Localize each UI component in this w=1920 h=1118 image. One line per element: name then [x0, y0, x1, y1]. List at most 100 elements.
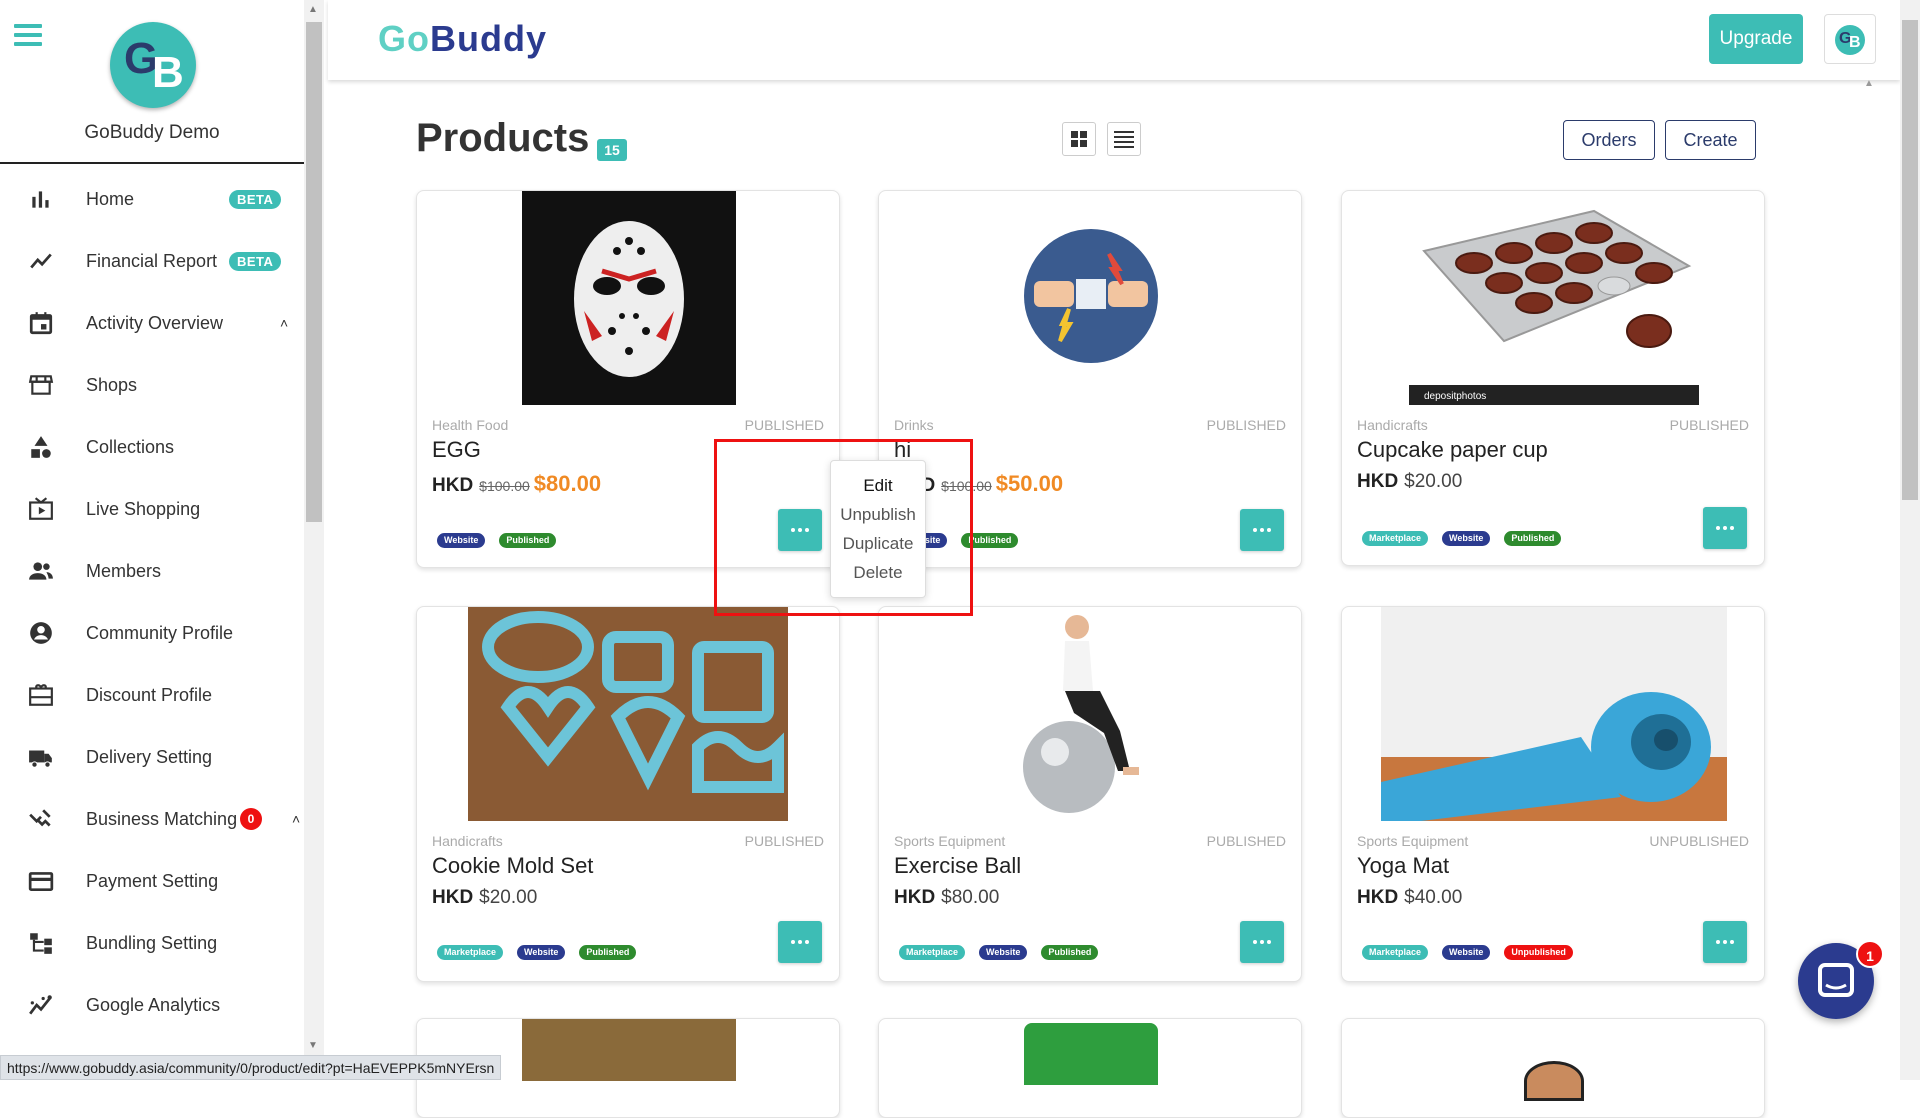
- product-card[interactable]: depositphotos Handicrafts PUBLISHED Cupc…: [1341, 190, 1765, 566]
- sidebar-item-activity-overview[interactable]: Activity Overview ˄: [0, 292, 304, 354]
- sidebar-item-community-profile[interactable]: Community Profile: [0, 602, 304, 664]
- more-options-button[interactable]: [1703, 507, 1747, 549]
- sidebar-item-home[interactable]: Home BETA: [0, 168, 304, 230]
- main-scrollbar-thumb[interactable]: [1902, 20, 1918, 500]
- product-card[interactable]: Sports Equipment PUBLISHED Exercise Ball…: [878, 606, 1302, 982]
- sidebar-item-business-matching[interactable]: Business Matching 0 ˄: [0, 788, 304, 850]
- shapes-icon: [28, 434, 54, 460]
- product-status: PUBLISHED: [1669, 417, 1749, 433]
- sidebar-item-google-analytics[interactable]: Google Analytics: [0, 974, 304, 1036]
- live-tv-icon: [28, 496, 54, 522]
- sidebar-item-label: Collections: [86, 436, 175, 457]
- product-status: PUBLISHED: [744, 417, 824, 433]
- price-currency: HKD: [1357, 471, 1399, 492]
- account-circle-icon: [28, 620, 54, 646]
- more-options-button[interactable]: [778, 921, 822, 963]
- scroll-up-arrow-icon[interactable]: ▲: [1864, 78, 1874, 89]
- more-options-button[interactable]: [1240, 921, 1284, 963]
- regular-price: $80.00: [941, 887, 1000, 908]
- notification-count-badge: 0: [240, 808, 262, 830]
- marketplace-tag: Marketplace: [1362, 945, 1429, 960]
- scroll-down-arrow-icon[interactable]: ▼: [308, 1040, 318, 1051]
- price-currency: HKD: [432, 475, 474, 496]
- product-name: Yoga Mat: [1357, 853, 1450, 878]
- chevron-icon[interactable]: ˄: [292, 811, 300, 827]
- published-tag: Published: [1504, 531, 1562, 546]
- sidebar-scrollbar-thumb[interactable]: [306, 22, 322, 522]
- grid-view-icon[interactable]: [1062, 122, 1096, 156]
- more-options-button[interactable]: [1703, 921, 1747, 963]
- product-category: Handicrafts: [432, 833, 503, 849]
- sidebar-item-label: Payment Setting: [86, 870, 219, 891]
- unpublished-tag: Unpublished: [1504, 945, 1573, 960]
- sidebar-item-bundling-setting[interactable]: Bundling Setting: [0, 912, 304, 974]
- highlight-box: [714, 439, 973, 616]
- brand-go: Go: [378, 18, 430, 59]
- sidebar-item-label: Financial Report: [86, 250, 218, 271]
- analytics-icon: [28, 992, 54, 1018]
- image-watermark: depositphotos: [1424, 391, 1486, 402]
- product-image: [1381, 607, 1727, 821]
- sidebar-item-financial-report[interactable]: Financial Report BETA: [0, 230, 304, 292]
- sale-price: $50.00: [995, 471, 1064, 496]
- product-name: Cookie Mold Set: [432, 853, 594, 878]
- product-category: Health Food: [432, 417, 509, 433]
- sidebar-item-label: Google Analytics: [86, 994, 221, 1015]
- sidebar-item-label: Bundling Setting: [86, 932, 218, 953]
- bar-chart-icon: [28, 186, 54, 212]
- sidebar-item-payment-setting[interactable]: Payment Setting: [0, 850, 304, 912]
- calendar-icon: [28, 310, 54, 336]
- orders-button[interactable]: Orders: [1563, 120, 1655, 160]
- hierarchy-icon: [28, 930, 54, 956]
- create-button[interactable]: Create: [1665, 120, 1756, 160]
- scroll-up-arrow-icon[interactable]: ▲: [308, 4, 318, 15]
- sidebar-item-discount-profile[interactable]: Discount Profile: [0, 664, 304, 726]
- published-tag: Published: [579, 945, 637, 960]
- upgrade-button[interactable]: Upgrade: [1709, 14, 1803, 64]
- brand-buddy: Buddy: [430, 18, 547, 59]
- org-name: GoBuddy Demo: [84, 122, 220, 143]
- product-price: HKD $80.00: [894, 887, 999, 909]
- product-card[interactable]: Handicrafts PUBLISHED Cookie Mold Set HK…: [416, 606, 840, 982]
- website-tag: Website: [1442, 945, 1491, 960]
- product-status: PUBLISHED: [1206, 417, 1286, 433]
- product-count-badge: 15: [597, 139, 627, 161]
- brand-logo[interactable]: GoBuddy: [378, 18, 547, 60]
- price-currency: HKD: [432, 887, 474, 908]
- sidebar-item-delivery-setting[interactable]: Delivery Setting: [0, 726, 304, 788]
- sidebar-item-live-shopping[interactable]: Live Shopping: [0, 478, 304, 540]
- sidebar-item-label: Members: [86, 560, 162, 581]
- product-tags: Website Published: [437, 533, 557, 548]
- sidebar-item-shops[interactable]: Shops: [0, 354, 304, 416]
- avatar-letter-b: B: [1849, 34, 1861, 51]
- product-name: Exercise Ball: [894, 853, 1022, 878]
- product-price: HKD $100.00 $80.00: [432, 471, 601, 497]
- more-options-button[interactable]: [1240, 509, 1284, 551]
- sidebar-item-label: Home: [86, 188, 135, 209]
- user-avatar[interactable]: G B: [1824, 14, 1876, 64]
- product-image: [522, 1019, 736, 1081]
- sidebar-item-collections[interactable]: Collections: [0, 416, 304, 478]
- regular-price: $40.00: [1404, 887, 1463, 908]
- product-card[interactable]: [1341, 1018, 1765, 1118]
- chevron-up-icon[interactable]: ˄: [280, 315, 288, 331]
- product-price: HKD $40.00: [1357, 887, 1462, 909]
- list-view-icon[interactable]: [1107, 122, 1141, 156]
- product-card[interactable]: [878, 1018, 1302, 1118]
- beta-badge: BETA: [229, 251, 282, 271]
- regular-price: $20.00: [479, 887, 538, 908]
- page-title: Products: [416, 116, 590, 160]
- avatar-logo: G B: [1835, 25, 1865, 55]
- product-card[interactable]: Sports Equipment UNPUBLISHED Yoga Mat HK…: [1341, 606, 1765, 982]
- product-name: Cupcake paper cup: [1357, 437, 1548, 462]
- credit-card-icon: [28, 868, 54, 894]
- product-image: [1024, 229, 1158, 363]
- marketplace-tag: Marketplace: [899, 945, 966, 960]
- product-name: EGG: [432, 437, 481, 462]
- hamburger-menu-icon[interactable]: [14, 24, 42, 46]
- product-tags: Marketplace Website Unpublished: [1362, 945, 1573, 960]
- product-price: HKD $20.00: [1357, 471, 1462, 493]
- beta-badge: BETA: [229, 189, 282, 209]
- regular-price: $20.00: [1404, 471, 1463, 492]
- sidebar-item-members[interactable]: Members: [0, 540, 304, 602]
